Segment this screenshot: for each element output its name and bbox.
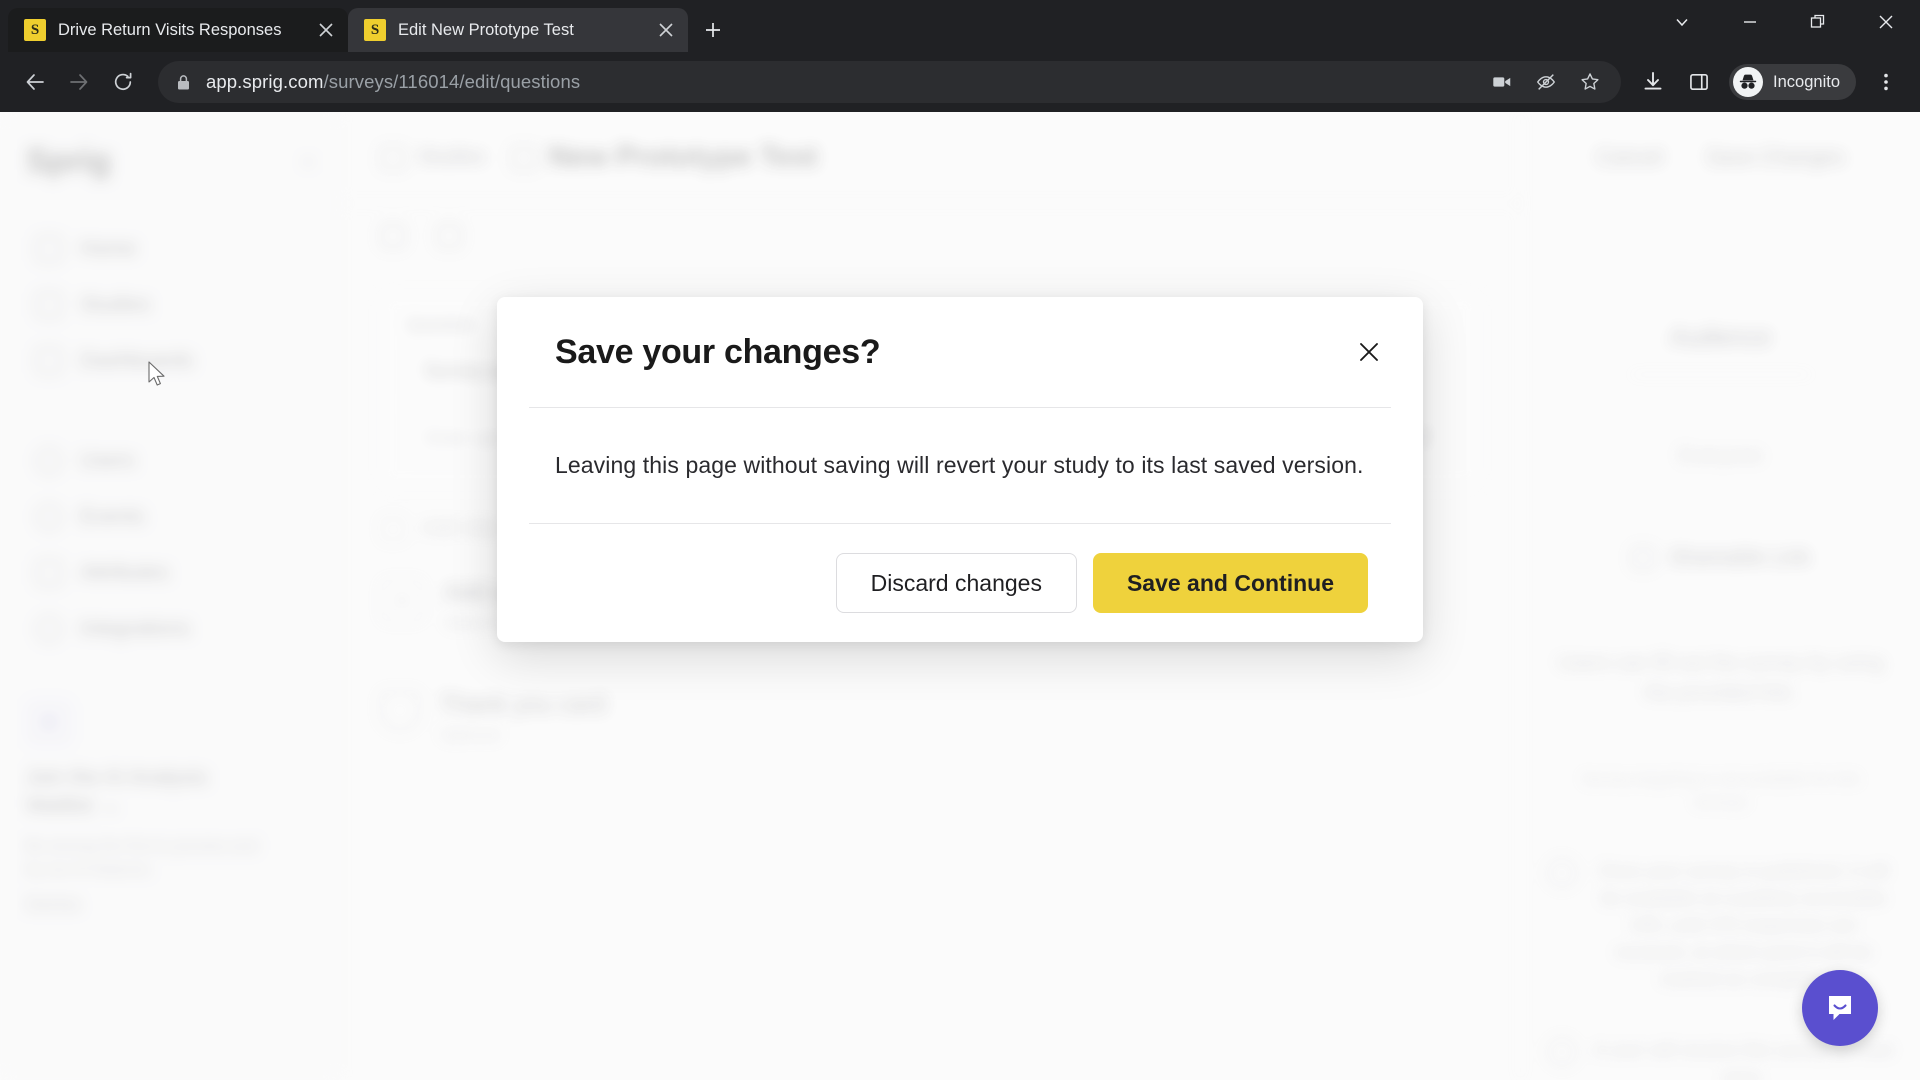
browser-tab-1-title: Drive Return Visits Responses — [58, 20, 282, 39]
url-host: app.sprig.com — [206, 71, 324, 92]
browser-tab-2-title: Edit New Prototype Test — [398, 20, 574, 39]
bookmark-star-icon[interactable] — [1573, 65, 1607, 99]
profile-label: Incognito — [1773, 72, 1840, 91]
side-panel-icon[interactable] — [1679, 62, 1719, 102]
page-content: Sprig « Home Studies Dashboards Users Ev… — [0, 112, 1920, 1080]
back-button[interactable] — [14, 61, 56, 103]
intercom-messenger-button[interactable] — [1802, 970, 1878, 1046]
chat-bubble-icon — [1829, 996, 1851, 1020]
maximize-restore-icon[interactable] — [1784, 0, 1852, 44]
window-controls — [1648, 0, 1920, 44]
browser-chrome: S Drive Return Visits Responses S Edit N… — [0, 0, 1920, 112]
save-and-continue-button[interactable]: Save and Continue — [1092, 553, 1368, 613]
close-icon[interactable] — [654, 18, 678, 42]
hidden-eye-icon[interactable] — [1529, 65, 1563, 99]
reload-button[interactable] — [102, 61, 144, 103]
incognito-avatar-icon — [1733, 67, 1764, 97]
modal-footer: Discard changes Save and Continue — [497, 524, 1423, 642]
media-cast-icon[interactable] — [1485, 65, 1519, 99]
address-bar[interactable]: app.sprig.com/surveys/116014/edit/questi… — [158, 61, 1622, 103]
tab-search-chevron-down-icon[interactable] — [1648, 0, 1716, 44]
save-changes-modal: Save your changes? Leaving this page wit… — [497, 297, 1423, 642]
modal-header: Save your changes? — [497, 297, 1423, 407]
browser-toolbar-icons: Incognito — [1633, 62, 1906, 102]
close-icon[interactable] — [1347, 330, 1391, 374]
url-text: app.sprig.com/surveys/116014/edit/questi… — [206, 71, 1471, 93]
browser-tab-1[interactable]: S Drive Return Visits Responses — [8, 8, 348, 52]
modal-title: Save your changes? — [555, 332, 881, 371]
lock-icon[interactable] — [176, 74, 192, 91]
minimize-icon[interactable] — [1716, 0, 1784, 44]
tab-strip: S Drive Return Visits Responses S Edit N… — [0, 0, 1920, 52]
url-path: /surveys/116014/edit/questions — [323, 71, 581, 92]
sprig-favicon-icon: S — [364, 19, 386, 41]
modal-body-text: Leaving this page without saving will re… — [555, 452, 1364, 478]
close-window-icon[interactable] — [1852, 0, 1920, 44]
chrome-menu-icon[interactable] — [1866, 62, 1906, 102]
close-icon[interactable] — [314, 18, 338, 42]
discard-changes-button[interactable]: Discard changes — [835, 553, 1077, 613]
browser-tab-2[interactable]: S Edit New Prototype Test — [348, 8, 688, 52]
downloads-icon[interactable] — [1633, 62, 1673, 102]
address-bar-row: app.sprig.com/surveys/116014/edit/questi… — [0, 52, 1920, 112]
forward-button[interactable] — [58, 61, 100, 103]
omnibox-actions — [1485, 65, 1607, 99]
new-tab-button[interactable] — [694, 11, 732, 49]
sprig-favicon-icon: S — [24, 19, 46, 41]
profile-chip[interactable]: Incognito — [1729, 64, 1856, 100]
